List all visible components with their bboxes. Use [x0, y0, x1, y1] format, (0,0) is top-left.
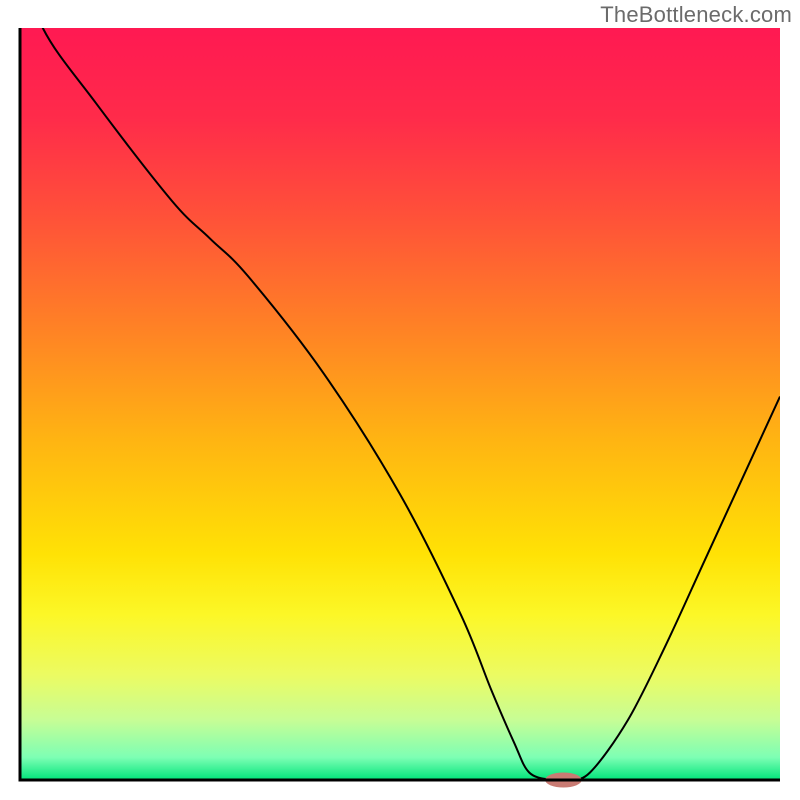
gradient-background [20, 28, 780, 780]
chart-stage: TheBottleneck.com [0, 0, 800, 800]
plot-svg [0, 0, 800, 800]
watermark-text: TheBottleneck.com [600, 2, 792, 28]
